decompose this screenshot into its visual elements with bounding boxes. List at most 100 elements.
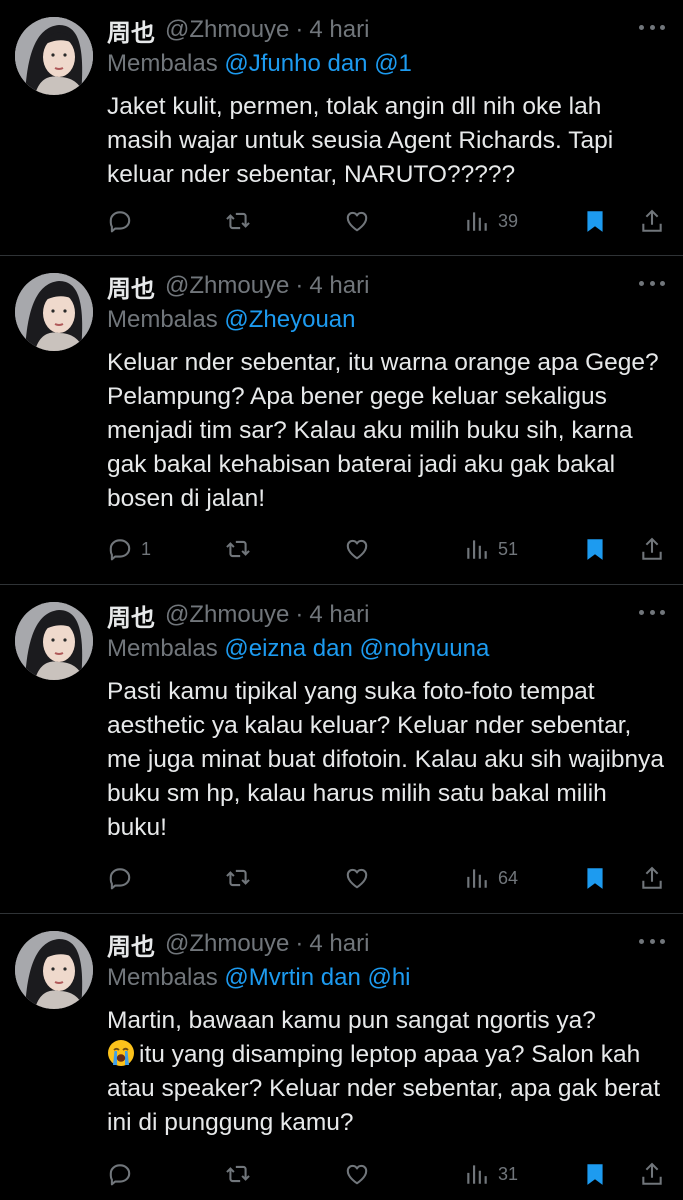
reply-icon [109, 539, 131, 561]
views-button[interactable]: 39 [464, 206, 518, 236]
like-button[interactable] [344, 863, 370, 893]
tweet[interactable]: 周也 @Zhmouye · 4 hari Membalas @Zheyouan … [0, 256, 683, 585]
user-handle[interactable]: @Zhmouye [165, 601, 289, 629]
avatar[interactable] [15, 273, 93, 351]
replying-to-mentions[interactable]: @Mvrtin dan @hi [224, 964, 410, 991]
more-icon[interactable] [637, 926, 667, 956]
action-bar: 1 51 [107, 534, 667, 564]
views-icon [467, 540, 487, 559]
tweet-text: Keluar nder sebentar, itu warna orange a… [107, 349, 659, 512]
bookmark-icon [587, 539, 603, 560]
share-button[interactable] [639, 863, 665, 893]
bookmark-button[interactable] [582, 206, 608, 236]
action-bar: 39 [107, 206, 667, 236]
reply-icon [109, 211, 131, 233]
separator-dot: · [295, 16, 304, 43]
tweet-header: 周也 @Zhmouye · 4 hari [107, 597, 667, 633]
share-button[interactable] [639, 1159, 665, 1189]
views-button[interactable]: 31 [464, 1159, 518, 1189]
retweet-icon [226, 1165, 250, 1183]
display-name[interactable]: 周也 [107, 598, 155, 633]
like-icon [346, 539, 368, 560]
tweet-text-part-1: Martin, bawaan kamu pun sangat ngortis y… [107, 1007, 596, 1034]
like-icon [346, 211, 368, 232]
loudly-crying-face-icon [108, 1040, 134, 1066]
like-button[interactable] [344, 1159, 370, 1189]
more-icon[interactable] [637, 12, 667, 42]
bookmark-button[interactable] [582, 1159, 608, 1189]
share-button[interactable] [639, 534, 665, 564]
share-icon [642, 1162, 662, 1185]
timestamp[interactable]: 4 hari [309, 930, 369, 958]
retweet-button[interactable] [225, 534, 251, 564]
reply-icon [109, 1164, 131, 1186]
more-icon[interactable] [637, 268, 667, 298]
retweet-button[interactable] [225, 1159, 251, 1189]
display-name[interactable]: 周也 [107, 269, 155, 304]
replying-to-label: Membalas [107, 50, 218, 77]
timeline: 周也 @Zhmouye · 4 hari Membalas @Jfunho da… [0, 0, 683, 1200]
user-handle[interactable]: @Zhmouye [165, 272, 289, 300]
avatar[interactable] [15, 17, 93, 95]
tweet[interactable]: 周也 @Zhmouye · 4 hari Membalas @eizna dan… [0, 585, 683, 914]
like-button[interactable] [344, 534, 370, 564]
reply-button[interactable] [107, 1159, 141, 1189]
like-button[interactable] [344, 206, 370, 236]
avatar[interactable] [15, 602, 93, 680]
display-name[interactable]: 周也 [107, 927, 155, 962]
views-button[interactable]: 64 [464, 863, 518, 893]
replying-to-mentions[interactable]: @eizna dan @nohyuuna [224, 635, 489, 662]
retweet-icon [226, 540, 250, 558]
view-count: 64 [498, 867, 519, 888]
separator-dot: · [295, 272, 304, 299]
retweet-icon [226, 869, 250, 887]
action-bar: 31 [107, 1159, 667, 1189]
replying-to-label: Membalas [107, 964, 218, 991]
display-name[interactable]: 周也 [107, 13, 155, 48]
retweet-icon [226, 212, 250, 230]
avatar[interactable] [15, 931, 93, 1009]
tweet-text: Pasti kamu tipikal yang suka foto-foto t… [107, 678, 665, 841]
user-handle[interactable]: @Zhmouye [165, 930, 289, 958]
reply-icon [109, 868, 131, 890]
retweet-button[interactable] [225, 863, 251, 893]
tweet[interactable]: 周也 @Zhmouye · 4 hari Membalas @Jfunho da… [0, 0, 683, 256]
retweet-button[interactable] [225, 206, 251, 236]
like-icon [346, 1164, 368, 1185]
reply-button[interactable]: 1 [107, 534, 151, 564]
tweet-text-part-2: itu yang disamping leptop apaa ya? Salon… [107, 1041, 660, 1136]
share-button[interactable] [639, 206, 665, 236]
replying-to: Membalas @Zheyouan [107, 306, 356, 334]
bookmark-icon [587, 1164, 603, 1185]
timestamp[interactable]: 4 hari [309, 16, 369, 44]
share-icon [642, 537, 662, 560]
view-count: 51 [498, 538, 519, 559]
views-button[interactable]: 51 [464, 534, 518, 564]
separator-dot: · [295, 930, 304, 957]
view-count: 31 [498, 1163, 519, 1184]
tweet[interactable]: 周也 @Zhmouye · 4 hari Membalas @Mvrtin da… [0, 914, 683, 1200]
timestamp[interactable]: 4 hari [309, 601, 369, 629]
tweet-text: Jaket kulit, permen, tolak angin dll nih… [107, 93, 614, 188]
more-icon[interactable] [637, 597, 667, 627]
bookmark-button[interactable] [582, 534, 608, 564]
replying-to-label: Membalas [107, 306, 218, 333]
replying-to-mentions[interactable]: @Jfunho dan @1 [224, 50, 412, 77]
replying-to: Membalas @Mvrtin dan @hi [107, 964, 411, 992]
tweet-text: Martin, bawaan kamu pun sangat ngortis y… [107, 1004, 672, 1140]
tweet-header: 周也 @Zhmouye · 4 hari [107, 12, 667, 48]
replying-to-label: Membalas [107, 635, 218, 662]
views-icon [467, 1165, 487, 1184]
replying-to-mentions[interactable]: @Zheyouan [224, 306, 355, 333]
share-icon [642, 209, 662, 232]
views-icon [467, 212, 487, 231]
replying-to: Membalas @eizna dan @nohyuuna [107, 635, 489, 663]
reply-button[interactable] [107, 863, 141, 893]
user-handle[interactable]: @Zhmouye [165, 16, 289, 44]
timestamp[interactable]: 4 hari [309, 272, 369, 300]
reply-count: 1 [141, 538, 152, 559]
share-icon [642, 866, 662, 889]
like-icon [346, 868, 368, 889]
reply-button[interactable] [107, 206, 141, 236]
bookmark-button[interactable] [582, 863, 608, 893]
